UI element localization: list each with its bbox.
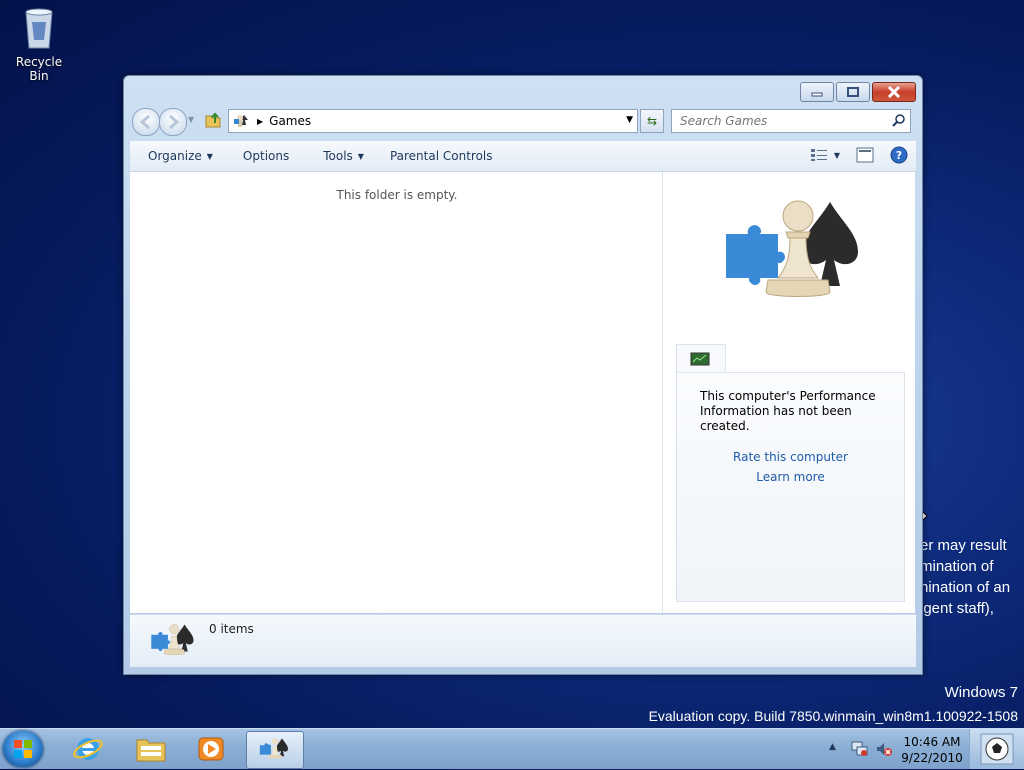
forward-button[interactable] — [159, 108, 187, 136]
back-arrow-icon — [139, 114, 150, 130]
chevron-down-icon: ▼ — [833, 150, 840, 160]
show-desktop-button[interactable] — [969, 729, 1024, 769]
search-icon[interactable] — [892, 113, 906, 127]
search-box[interactable] — [671, 109, 911, 133]
navigation-bar: ▼ ▶ Games ▼ ⇆ — [130, 108, 916, 136]
back-button[interactable] — [132, 108, 160, 136]
trash-icon — [25, 8, 53, 49]
games-explorer-window: ▼ ▶ Games ▼ ⇆ Search Games Organize ▼ Op… — [123, 75, 923, 675]
tools-menu[interactable]: Tools ▼ — [323, 149, 364, 163]
help-icon[interactable]: ? — [890, 146, 908, 164]
details-bar: 0 items — [130, 614, 916, 667]
watermark-build: Evaluation copy. Build 7850.winmain_win8… — [648, 708, 1018, 724]
folder-icon — [136, 739, 166, 762]
view-options-button[interactable]: ▼ — [810, 148, 840, 162]
background-text-line: nination of an — [920, 579, 1011, 596]
minimize-button[interactable] — [800, 82, 834, 102]
background-text-line: igent staff), — [920, 600, 994, 617]
search-input[interactable] — [678, 110, 882, 132]
recycle-bin-icon[interactable]: Recycle Bin — [6, 6, 72, 83]
empty-folder-message: This folder is empty. — [336, 188, 458, 202]
clock-time: 10:46 AM — [903, 735, 961, 749]
chevron-down-icon: ▼ — [206, 151, 213, 161]
games-icon — [259, 738, 289, 759]
notification-area: ▲ 10:46 AM 9/22/2010 — [829, 729, 1024, 769]
close-button[interactable] — [872, 82, 916, 102]
volume-muted-icon[interactable] — [875, 741, 893, 757]
network-icon[interactable] — [851, 741, 869, 757]
soccer-ball-icon — [980, 733, 1014, 765]
window-controls — [800, 82, 916, 102]
minimize-icon — [811, 92, 823, 97]
parental-controls-button[interactable]: Parental Controls — [390, 149, 493, 163]
show-hidden-icons-icon[interactable]: ▲ — [829, 742, 836, 752]
windows-explorer-taskbar-button[interactable] — [123, 731, 179, 767]
performance-message: This computer's Performance Information … — [700, 389, 876, 433]
recycle-bin-label: Recycle Bin — [15, 55, 63, 83]
tools-label: Tools — [323, 149, 353, 163]
clock[interactable]: 10:46 AM 9/22/2010 — [899, 734, 965, 766]
background-text-line: er may result — [920, 537, 1007, 554]
recent-pages-dropdown-icon[interactable]: ▼ — [188, 115, 194, 124]
internet-explorer-taskbar-button[interactable] — [60, 731, 116, 767]
address-bar[interactable]: ▶ Games ▼ — [228, 109, 638, 133]
pane-divider[interactable] — [662, 172, 663, 613]
close-icon — [887, 86, 901, 98]
options-button[interactable]: Options — [243, 149, 289, 163]
breadcrumb-arrow-icon[interactable]: ▶ — [257, 117, 263, 126]
refresh-icon: ⇆ — [646, 114, 658, 128]
performance-monitor-icon — [690, 352, 710, 366]
media-player-taskbar-button[interactable] — [183, 731, 239, 767]
command-bar: Organize ▼ Options Tools ▼ Parental Cont… — [130, 141, 916, 172]
media-player-icon — [198, 737, 224, 761]
internet-explorer-icon — [73, 738, 103, 760]
organize-label: Organize — [148, 149, 202, 163]
start-button[interactable] — [3, 731, 43, 767]
parental-controls-label: Parental Controls — [389, 149, 493, 163]
performance-tab[interactable] — [676, 344, 726, 373]
background-text-line: mination of — [920, 558, 994, 575]
view-list-icon — [810, 149, 827, 161]
address-dropdown-icon[interactable]: ▼ — [626, 115, 633, 125]
organize-menu[interactable]: Organize ▼ — [148, 149, 213, 163]
windows-logo-icon — [14, 740, 32, 758]
rate-computer-link[interactable]: Rate this computer — [677, 450, 904, 464]
games-icon — [234, 115, 248, 127]
games-thumbnail-icon — [151, 624, 194, 655]
refresh-button[interactable]: ⇆ — [640, 109, 664, 133]
chevron-down-icon: ▼ — [357, 151, 364, 161]
clock-date: 9/22/2010 — [901, 751, 963, 765]
performance-panel: This computer's Performance Information … — [676, 372, 905, 602]
taskbar: ▲ 10:46 AM 9/22/2010 — [0, 728, 1024, 769]
maximize-icon — [847, 87, 859, 97]
details-pane: This computer's Performance Information … — [664, 172, 915, 613]
up-folder-icon[interactable] — [204, 111, 222, 129]
options-label: Options — [242, 149, 290, 163]
breadcrumb-games[interactable]: Games — [269, 114, 311, 128]
games-explorer-logo-icon — [726, 200, 858, 297]
games-taskbar-button[interactable] — [246, 731, 304, 769]
forward-arrow-icon — [169, 114, 180, 130]
watermark-title: Windows 7 — [944, 684, 1018, 701]
svg-text:?: ? — [896, 149, 902, 162]
learn-more-link[interactable]: Learn more — [677, 470, 904, 484]
item-count: 0 items — [209, 622, 254, 636]
preview-pane-icon[interactable] — [856, 147, 874, 163]
maximize-button[interactable] — [836, 82, 870, 102]
file-list-area[interactable]: This folder is empty. — [130, 172, 664, 613]
